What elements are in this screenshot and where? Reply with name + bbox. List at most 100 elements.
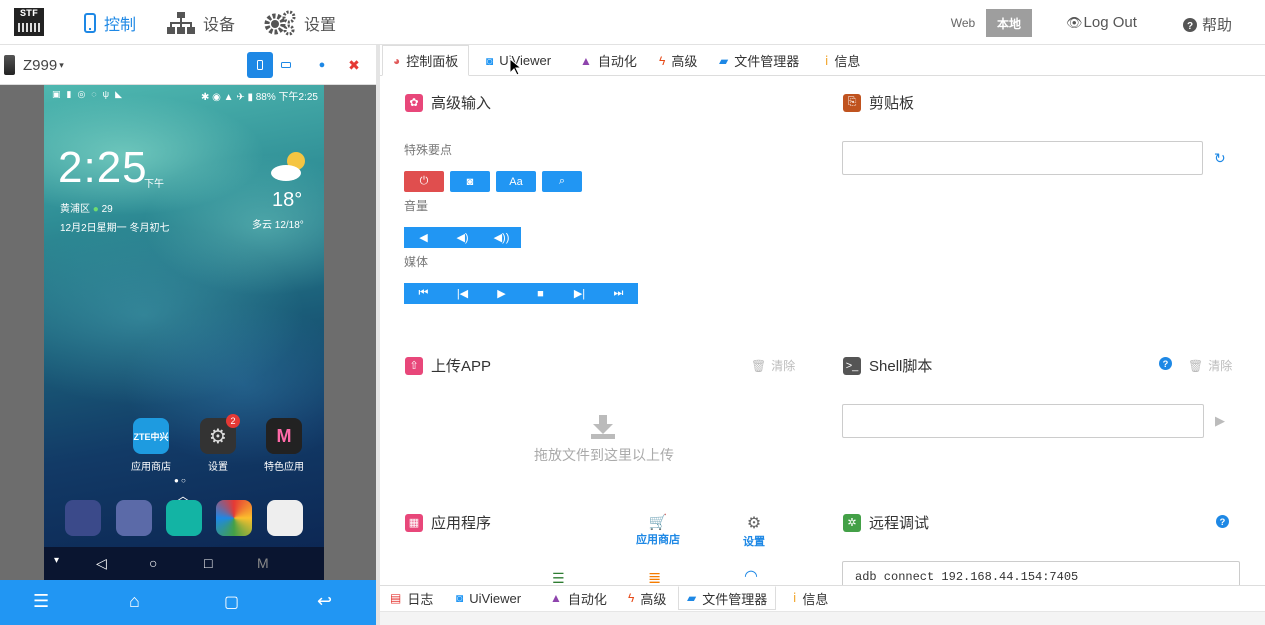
question-circle-icon[interactable]: ? [1159,357,1172,370]
volume-down-button[interactable]: ◀) [443,227,482,248]
back-arrow-icon[interactable]: ↩ [317,591,332,612]
fast-backward-button[interactable]: ⏮ [404,283,443,304]
shell-clear-button[interactable]: 🗑 清除 [1188,357,1232,374]
download-icon [591,415,615,439]
chevron-down-icon[interactable]: ▾ [54,555,59,566]
fast-forward-button[interactable]: ⏭ [599,283,638,304]
tab-advanced[interactable]: ϟ 高级 [649,45,707,76]
back-icon[interactable]: ◁ [96,555,107,572]
partly-cloudy-icon [271,152,305,181]
folder-open-icon: ▰ [687,591,697,605]
status-right: ✱ ◉ ▲ ✈ ▮ 88% 下午2:25 [200,92,318,103]
tab-advanced-bottom[interactable]: ϟ 高级 [620,586,674,610]
tab-info[interactable]: ⅰ 信息 [815,45,870,76]
phone-app-icon[interactable] [65,500,101,536]
caret-down-icon: ▾ [59,59,64,70]
search-button[interactable]: ⌕ [542,171,582,192]
volume-group: ◀ ◀) ◀)) [404,227,521,248]
device-toolbar: Z999 ▾ ● ✖ [0,45,376,85]
camera-icon: ◙ [486,53,494,68]
nav-control[interactable]: 控制 [84,8,136,38]
app-switch-icon[interactable]: ▢ [224,592,239,612]
env-local-button[interactable]: 本地 [986,9,1032,37]
settings-link[interactable]: ⚙ 设置 [734,513,774,549]
home-icon[interactable]: ⌂ [129,591,140,612]
device-screen[interactable]: ▣▮◎◌ψ◣ ✱ ◉ ▲ ✈ ▮ 88% 下午2:25 2:25 下午 黄浦区 … [44,85,324,581]
upload-drop-zone[interactable]: 拖放文件到这里以上传 [534,445,674,465]
portrait-button[interactable] [247,52,273,78]
device-key-bar: ☰ ⌂ ▢ ↩ [0,580,376,625]
shell-command-input[interactable] [842,404,1204,438]
run-play-icon[interactable]: ▶ [1215,413,1225,429]
th-large-icon: ▦ [405,513,423,532]
env-web-button[interactable]: Web [946,9,980,37]
question-circle-icon[interactable]: ? [1216,515,1229,528]
upload-app-title: ⇧ 上传APP [405,355,491,376]
home-icon[interactable]: ○ [149,555,157,571]
upload-icon: ⇧ [405,356,423,375]
gears-icon [264,10,296,36]
tab-logs[interactable]: ▤ 日志 [382,586,441,610]
tab-automation-bottom[interactable]: ▲ 自动化 [542,586,615,610]
clock-ampm: 下午 [144,179,164,190]
tab-file-manager[interactable]: ▰ 文件管理器 [709,45,809,76]
tab-control-panel[interactable]: ◕ 控制面板 [382,45,470,76]
special-keys-label: 特殊要点 [404,143,453,157]
landscape-button[interactable] [273,52,299,78]
eye-icon: ● [318,59,326,71]
power-icon: ⏻ [419,175,429,187]
logout-link[interactable]: 👁 Log Out [1066,14,1137,31]
app-store-shortcut[interactable]: ZTE中兴 应用商店 [121,418,181,473]
special-keys-group: ⏻ ◙ Aa ⌕ [404,171,582,192]
featured-apps-shortcut[interactable]: M 特色应用 [254,418,314,473]
upload-clear-button[interactable]: 🗑 清除 [751,357,795,374]
text-input-button[interactable]: Aa [496,171,536,192]
settings-shortcut[interactable]: ⚙ 2 设置 [188,414,248,473]
tab-automation[interactable]: ▲ 自动化 [570,45,647,76]
browser-app-icon[interactable] [216,500,252,536]
refresh-icon[interactable]: ↻ [1214,150,1226,167]
pane-splitter[interactable] [376,45,380,625]
camera-icon: ◙ [456,591,464,605]
camera-app-icon[interactable] [267,500,303,536]
device-selector[interactable]: Z999 ▾ [4,55,64,75]
stf-logo[interactable]: STF [14,8,44,36]
tab-file-manager-bottom[interactable]: ▰ 文件管理器 [678,586,777,610]
featured-apps-icon: M [266,418,302,454]
screen-toggle-button[interactable]: ● [309,52,335,78]
power-button[interactable]: ⏻ [404,171,444,192]
weather-summary: 多云 12/18° [252,220,304,231]
weather-temperature: 18° [272,189,303,211]
recents-icon[interactable]: □ [204,555,212,571]
messages-app-icon[interactable] [166,500,202,536]
clipboard-title: ⎘ 剪贴板 [843,92,914,113]
notification-badge: 2 [226,414,240,428]
stop-button[interactable]: ■ [521,283,560,304]
lockscreen-date: 12月2日星期一 冬月初七 [60,223,170,234]
bolt-icon: ϟ [659,53,666,68]
step-forward-button[interactable]: ▶| [560,283,599,304]
tab-uiviewer-bottom[interactable]: ◙ UiViewer [448,586,529,610]
nav-devices[interactable]: 设备 [167,8,235,38]
mute-button[interactable]: ◀ [404,227,443,248]
landscape-icon [281,62,291,68]
close-device-button[interactable]: ✖ [341,52,367,78]
contacts-app-icon[interactable] [116,500,152,536]
wifi-icon[interactable]: ◠ [744,566,758,586]
play-button[interactable]: ▶ [482,283,521,304]
screenshot-button[interactable]: ◙ [450,171,490,192]
tab-info-bottom[interactable]: ⅰ 信息 [785,586,836,610]
top-navbar: STF 控制 设备 设置 Web 本地 👁 Log Out ? 帮助 [0,0,1265,45]
list-alt-icon: ▤ [390,591,402,605]
menu-icon[interactable]: ☰ [33,591,49,612]
help-link[interactable]: ? 帮助 [1183,14,1232,35]
nav-settings[interactable]: 设置 [264,8,336,38]
app-store-link[interactable]: 🛒 应用商店 [632,513,684,547]
road-icon: ▲ [550,591,562,605]
clipboard-field[interactable] [842,141,1203,175]
camera-icon: ◙ [466,175,474,188]
menu-m-icon[interactable]: M [257,555,269,571]
volume-up-button[interactable]: ◀)) [482,227,521,248]
search-icon: ⌕ [558,175,566,187]
step-backward-button[interactable]: |◀ [443,283,482,304]
